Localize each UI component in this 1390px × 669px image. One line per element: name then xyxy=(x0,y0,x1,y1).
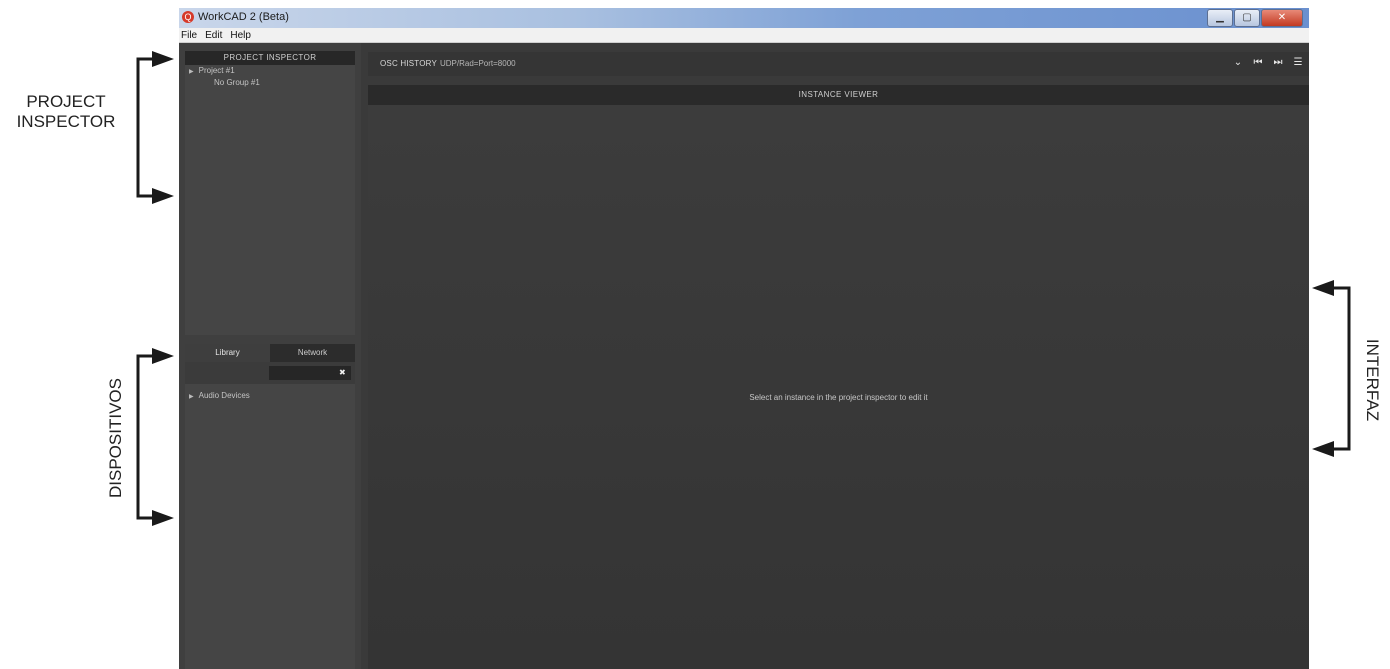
clear-search-icon[interactable]: ✖ xyxy=(339,367,346,379)
play-forward-icon[interactable]: ⏭ xyxy=(1271,55,1285,71)
menu-help[interactable]: Help xyxy=(230,30,251,41)
osc-toolbar: ⌄ ⏮ ⏭ ☰ xyxy=(1231,55,1305,71)
tab-network[interactable]: Network xyxy=(270,344,355,362)
arrow-left-icon xyxy=(1312,441,1334,457)
close-button[interactable]: ✕ xyxy=(1261,9,1303,27)
arrow-right-icon xyxy=(152,51,174,67)
tree-item-audio-devices[interactable]: ▶ Audio Devices xyxy=(185,390,355,402)
title-bar[interactable]: Q WorkCAD 2 (Beta) ▁ ▢ ✕ xyxy=(179,8,1309,28)
instance-viewer-header: INSTANCE VIEWER xyxy=(368,85,1309,105)
annotation-dispositivos: DISPOSITIVOS xyxy=(106,378,125,498)
tab-library[interactable]: Library xyxy=(185,344,270,362)
osc-history-bar: OSC HISTORY UDP/Rad=Port=8000 ⌄ ⏮ ⏭ ☰ xyxy=(368,52,1309,76)
app-window: Q WorkCAD 2 (Beta) ▁ ▢ ✕ File Edit Help … xyxy=(179,8,1309,669)
instance-viewer-body: Select an instance in the project inspec… xyxy=(368,105,1309,669)
osc-history-label[interactable]: OSC HISTORY xyxy=(380,59,437,68)
devices-panel: Library Network ✖ ▶ Audio Devices xyxy=(185,344,355,669)
play-back-icon[interactable]: ⏮ xyxy=(1251,55,1265,71)
device-tree: ▶ Audio Devices xyxy=(185,384,355,402)
main-area: OSC HISTORY UDP/Rad=Port=8000 ⌄ ⏮ ⏭ ☰ IN… xyxy=(368,52,1309,669)
chevron-down-icon[interactable]: ⌄ xyxy=(1231,55,1245,71)
arrow-right-icon xyxy=(152,188,174,204)
expand-arrow-icon[interactable]: ▶ xyxy=(189,69,194,75)
expand-arrow-icon[interactable]: ▶ xyxy=(189,394,194,400)
tree-item-label: No Group #1 xyxy=(214,78,260,87)
tree-item-project[interactable]: ▶ Project #1 xyxy=(185,65,355,77)
menu-bar: File Edit Help xyxy=(179,28,1309,43)
tree-item-group[interactable]: No Group #1 xyxy=(185,77,355,89)
annotation-interfaz: INTERFAZ xyxy=(1363,338,1382,422)
arrow-right-icon xyxy=(152,510,174,526)
arrow-right-icon xyxy=(152,348,174,364)
project-inspector-panel: PROJECT INSPECTOR ▶ Project #1 No Group #… xyxy=(185,51,355,335)
arrow-left-icon xyxy=(1312,280,1334,296)
minimize-button[interactable]: ▁ xyxy=(1207,9,1233,27)
menu-file[interactable]: File xyxy=(181,30,197,41)
left-column: PROJECT INSPECTOR ▶ Project #1 No Group #… xyxy=(179,43,361,669)
project-inspector-header: PROJECT INSPECTOR xyxy=(185,51,355,65)
devices-tabs: Library Network xyxy=(185,344,355,362)
menu-edit[interactable]: Edit xyxy=(205,30,222,41)
tree-item-label: Project #1 xyxy=(198,66,235,75)
annotation-project-inspector: PROJECT INSPECTOR xyxy=(0,92,132,132)
menu-icon[interactable]: ☰ xyxy=(1291,55,1305,71)
device-search-row: ✖ xyxy=(185,362,355,384)
tree-item-label: Audio Devices xyxy=(198,391,250,400)
window-controls: ▁ ▢ ✕ xyxy=(1207,9,1303,27)
window-title: WorkCAD 2 (Beta) xyxy=(198,11,289,23)
osc-udp-info: UDP/Rad=Port=8000 xyxy=(440,59,516,68)
maximize-button[interactable]: ▢ xyxy=(1234,9,1260,27)
instance-viewer-message: Select an instance in the project inspec… xyxy=(749,393,928,402)
app-logo-icon: Q xyxy=(182,11,194,23)
annotation-project-inspector-text: PROJECT INSPECTOR xyxy=(16,92,116,131)
